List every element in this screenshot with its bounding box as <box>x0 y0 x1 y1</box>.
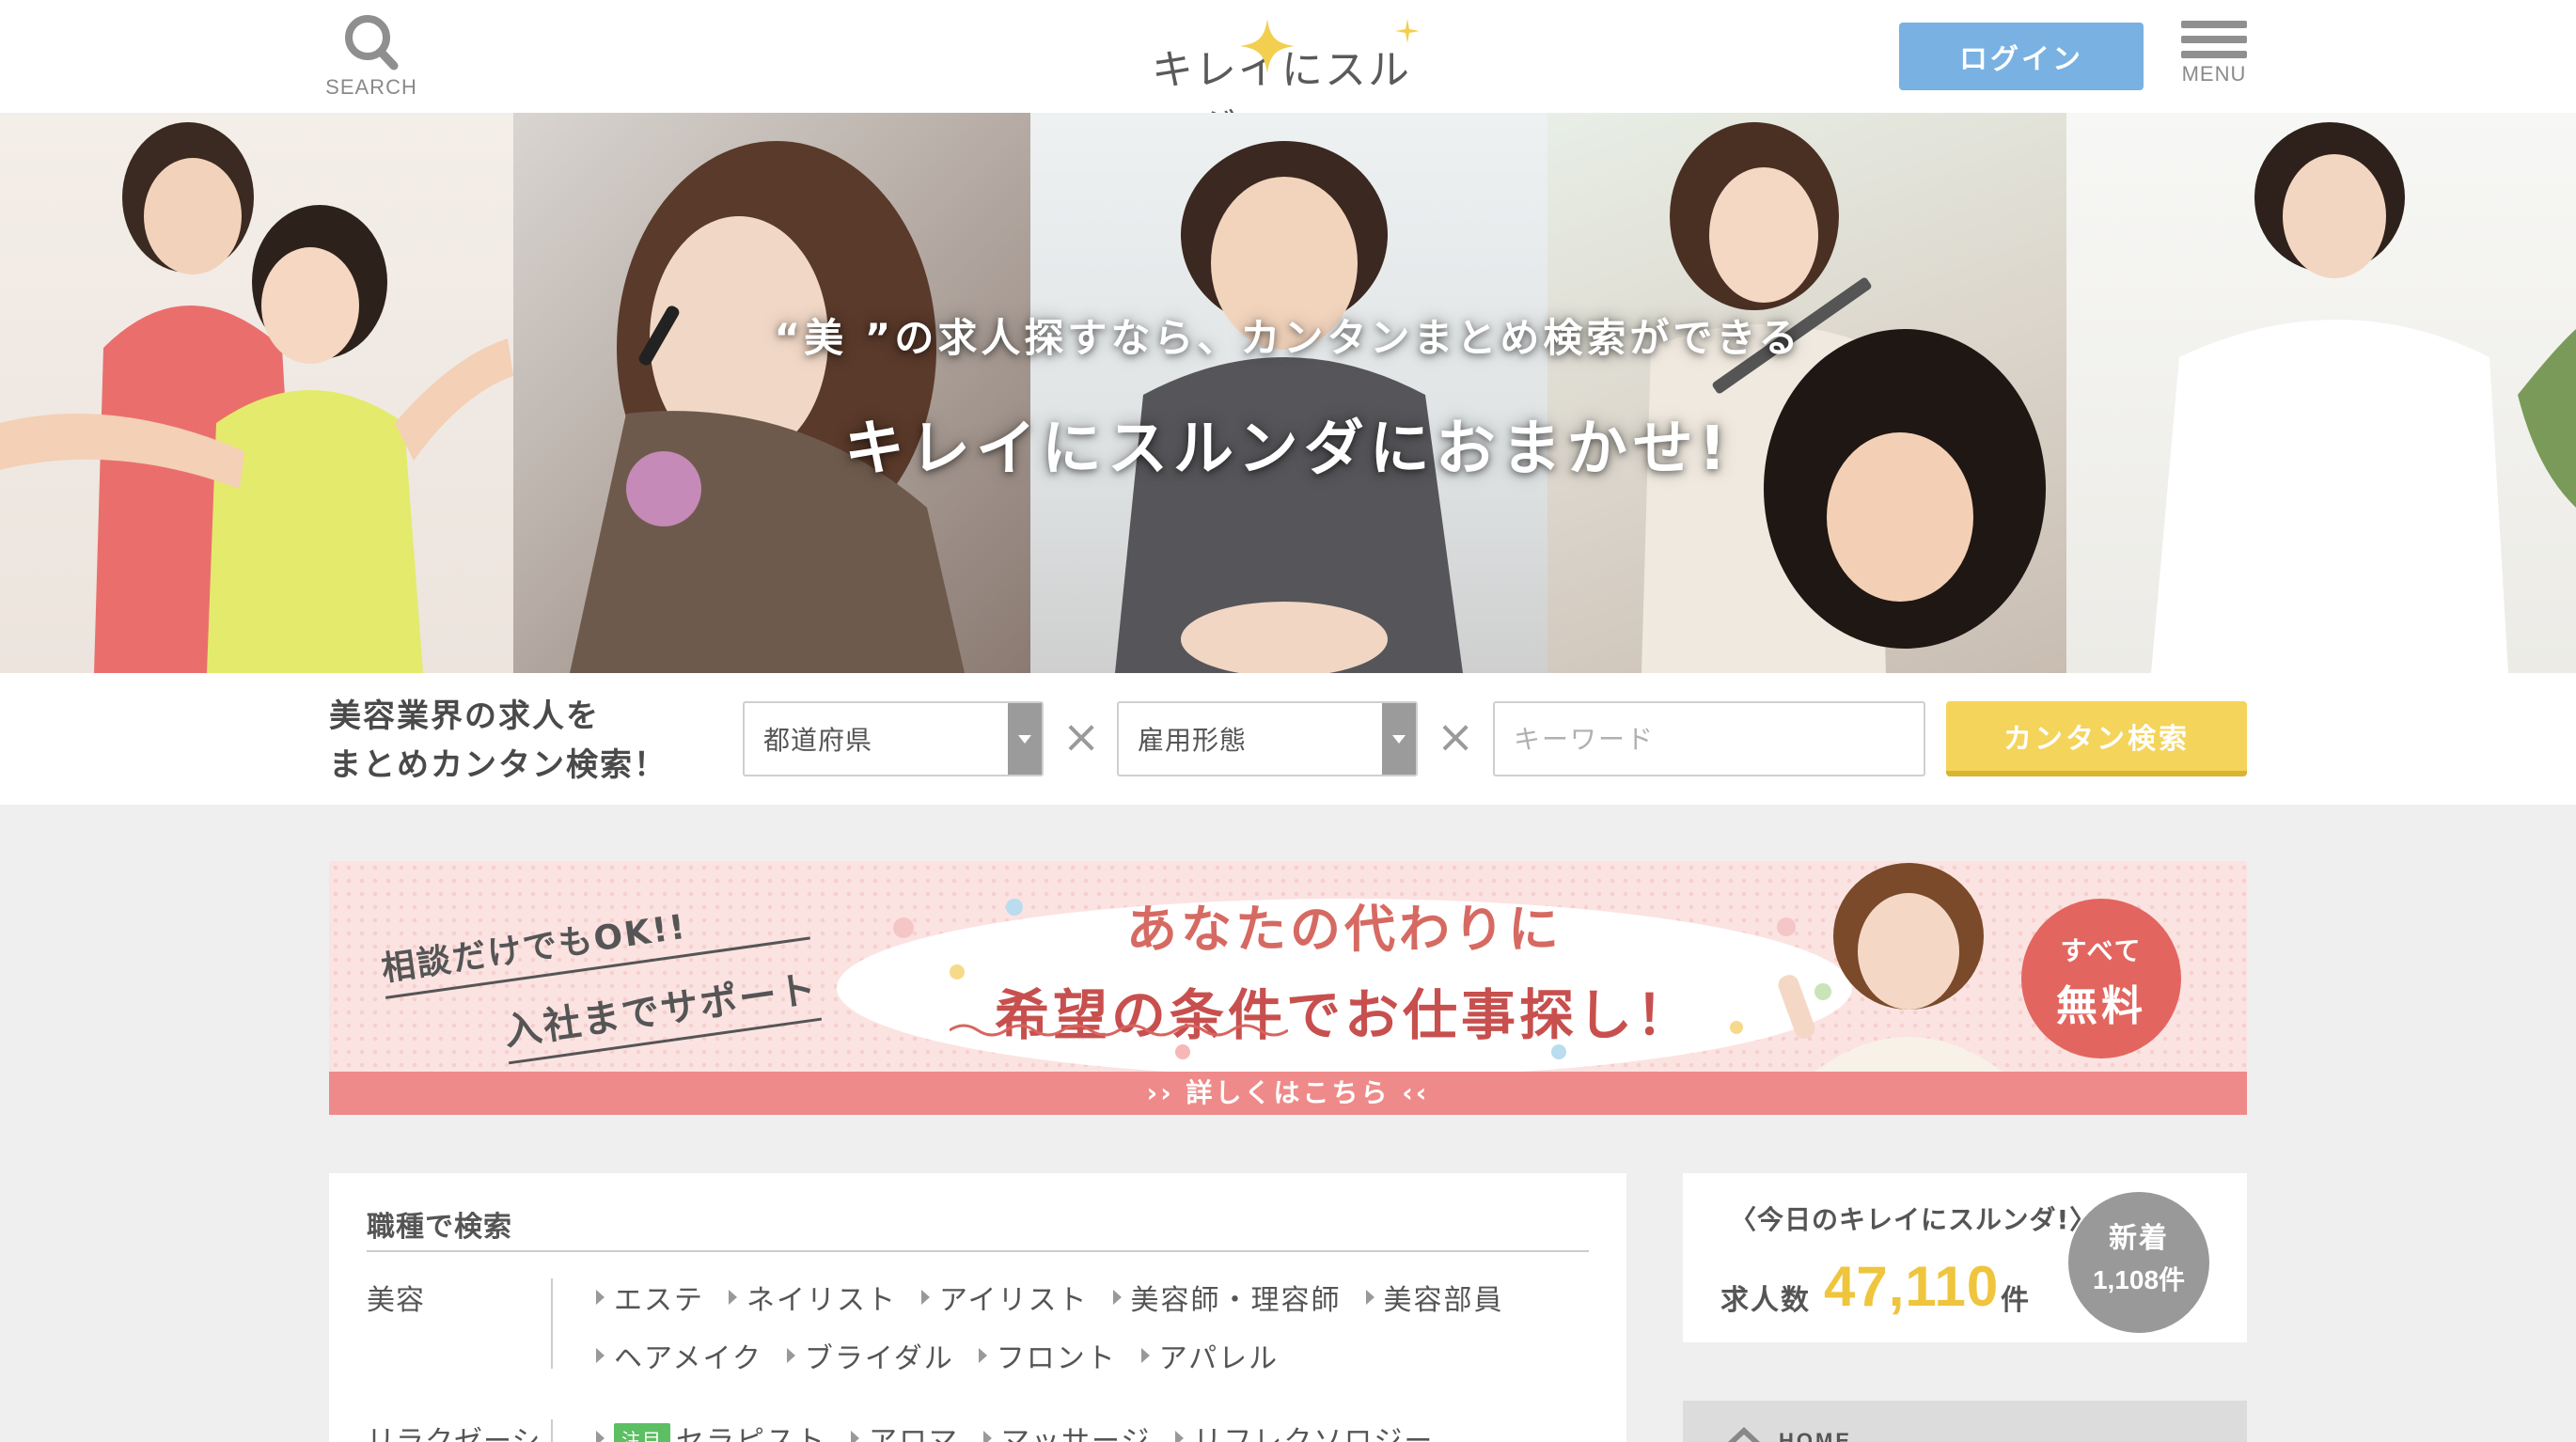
menu-button[interactable]: MENU <box>2179 21 2249 94</box>
therapist-illustration <box>2151 122 2576 673</box>
quick-search-button[interactable]: カンタン検索 <box>1946 701 2247 776</box>
hero-photo-fitness <box>0 113 513 673</box>
search-label: SEARCH <box>325 75 417 99</box>
sparkle-star-icon <box>1240 19 1295 73</box>
free-badge: すべて 無料 <box>2021 899 2181 1058</box>
fitness-women-illustration <box>0 122 513 673</box>
caret-right-icon <box>1175 1431 1185 1442</box>
hero-title: キレイにスルンダにおまかせ! <box>844 415 1732 484</box>
keyword-input[interactable] <box>1493 701 1925 776</box>
multiply-icon: × <box>1437 711 1475 763</box>
hamburger-icon <box>2181 21 2247 28</box>
divider <box>551 1278 553 1369</box>
job-link-apparel[interactable]: アパレル <box>1140 1335 1279 1376</box>
category-row: 注目 セラピスト アロマ マッサージ リフレクソロジー <box>596 1418 1458 1442</box>
quick-search-bar: 美容業界の求人を まとめカンタン検索！ 都道府県 × 雇用形態 × カンタン検索 <box>0 673 2576 805</box>
employment-type-select[interactable]: 雇用形態 <box>1117 701 1418 776</box>
job-link-esthe[interactable]: エステ <box>596 1277 704 1318</box>
caret-right-icon <box>983 1431 992 1442</box>
category-row: エステ ネイリスト アイリスト 美容師・理容師 美容部員 <box>596 1277 1529 1318</box>
consultant-woman-illustration <box>1778 863 2003 1072</box>
job-link-beauty-staff[interactable]: 美容部員 <box>1365 1277 1504 1318</box>
caret-right-icon <box>729 1290 737 1305</box>
search-button[interactable]: SEARCH <box>325 13 416 103</box>
job-link-nailist[interactable]: ネイリスト <box>729 1277 897 1318</box>
wavy-underline-icon <box>950 1024 1288 1037</box>
search-icon <box>345 15 399 71</box>
hero-photo-esthetic <box>1030 113 1547 673</box>
job-category-search: 職種で検索 美容 エステ ネイリスト アイリスト 美容師・理容師 美容部員 ヘア… <box>329 1173 1626 1442</box>
caret-right-icon <box>1365 1290 1374 1305</box>
job-link-hairdresser[interactable]: 美容師・理容師 <box>1112 1277 1342 1318</box>
multiply-icon: × <box>1062 711 1101 763</box>
category-row: ヘアメイク ブライダル フロント アパレル <box>596 1335 1303 1376</box>
job-link-eyelist[interactable]: アイリスト <box>921 1277 1089 1318</box>
hairdresser-illustration <box>1641 122 2046 673</box>
caret-right-icon <box>1140 1348 1150 1363</box>
job-count-card: 〈今日のキレイにスルンダ!〉 求人数 47,110 件 新着 1,108件 <box>1683 1173 2247 1342</box>
banner-tagline: 相談だけでもOK!! 入社までサポート <box>377 882 823 1080</box>
job-count-label: 求人数 <box>1720 1284 1811 1317</box>
caret-right-icon <box>786 1348 795 1363</box>
count-heading: 〈今日のキレイにスルンダ!〉 <box>1730 1204 2097 1235</box>
spark-icon <box>1395 19 1420 43</box>
login-button[interactable]: ログイン <box>1899 23 2144 90</box>
site-logo[interactable]: キレイにスルンダ <box>1147 15 1429 154</box>
category-label-beauty: 美容 <box>367 1284 425 1317</box>
category-label-relaxation: リラクゼーシ <box>367 1425 542 1442</box>
divider <box>551 1419 553 1442</box>
hero-subtitle: “美 ”の求人探すなら、カンタンまとめ検索ができる <box>774 315 1802 361</box>
hero-banner: “美 ”の求人探すなら、カンタンまとめ検索ができる キレイにスルンダにおまかせ! <box>0 113 2576 673</box>
job-link-bridal[interactable]: ブライダル <box>786 1335 954 1376</box>
divider <box>367 1250 1589 1252</box>
caret-right-icon <box>851 1431 859 1442</box>
home-label: HOME <box>1779 1429 1852 1442</box>
caret-right-icon <box>921 1290 930 1305</box>
caret-right-icon <box>1112 1290 1122 1305</box>
job-link-front[interactable]: フロント <box>978 1335 1117 1376</box>
new-jobs-badge: 新着 1,108件 <box>2068 1192 2209 1333</box>
home-icon <box>1728 1427 1760 1442</box>
caret-right-icon <box>978 1348 987 1363</box>
job-search-title: 職種で検索 <box>367 1211 512 1244</box>
job-link-reflexology[interactable]: リフレクソロジー <box>1175 1418 1434 1442</box>
esthetician-illustration <box>1115 141 1463 673</box>
hero-photo-makeup <box>513 113 1030 673</box>
job-link-therapist[interactable]: 注目 セラピスト <box>596 1418 826 1442</box>
job-link-massage[interactable]: マッサージ <box>983 1418 1151 1442</box>
makeup-artist-illustration <box>570 141 965 673</box>
site-header: SEARCH キレイにスルンダ ログイン MENU <box>0 0 2576 154</box>
featured-badge: 注目 <box>614 1422 670 1442</box>
caret-right-icon <box>596 1431 605 1442</box>
hero-photo-therapist <box>2066 113 2576 673</box>
prefecture-select[interactable]: 都道府県 <box>743 701 1044 776</box>
job-count-value: 47,110 <box>1824 1255 2000 1318</box>
job-link-hairmake[interactable]: ヘアメイク <box>596 1335 762 1376</box>
search-lead: 美容業界の求人を まとめカンタン検索！ <box>329 697 668 784</box>
caret-right-icon <box>596 1290 605 1305</box>
job-link-aroma[interactable]: アロマ <box>851 1418 959 1442</box>
banner-details-link[interactable]: ›› 詳しくはこちら ‹‹ <box>329 1072 2247 1115</box>
menu-label: MENU <box>2181 62 2247 86</box>
chevron-down-icon <box>1008 703 1042 775</box>
job-count-unit: 件 <box>2001 1284 2029 1317</box>
hero-photo-hairdresser <box>1547 113 2066 673</box>
support-banner[interactable]: 相談だけでもOK!! 入社までサポート あなたの代わりに 希望の条件でお仕事探し… <box>329 861 2247 1115</box>
chevron-down-icon <box>1382 703 1416 775</box>
home-nav[interactable]: HOME <box>1683 1401 2247 1442</box>
caret-right-icon <box>596 1348 605 1363</box>
